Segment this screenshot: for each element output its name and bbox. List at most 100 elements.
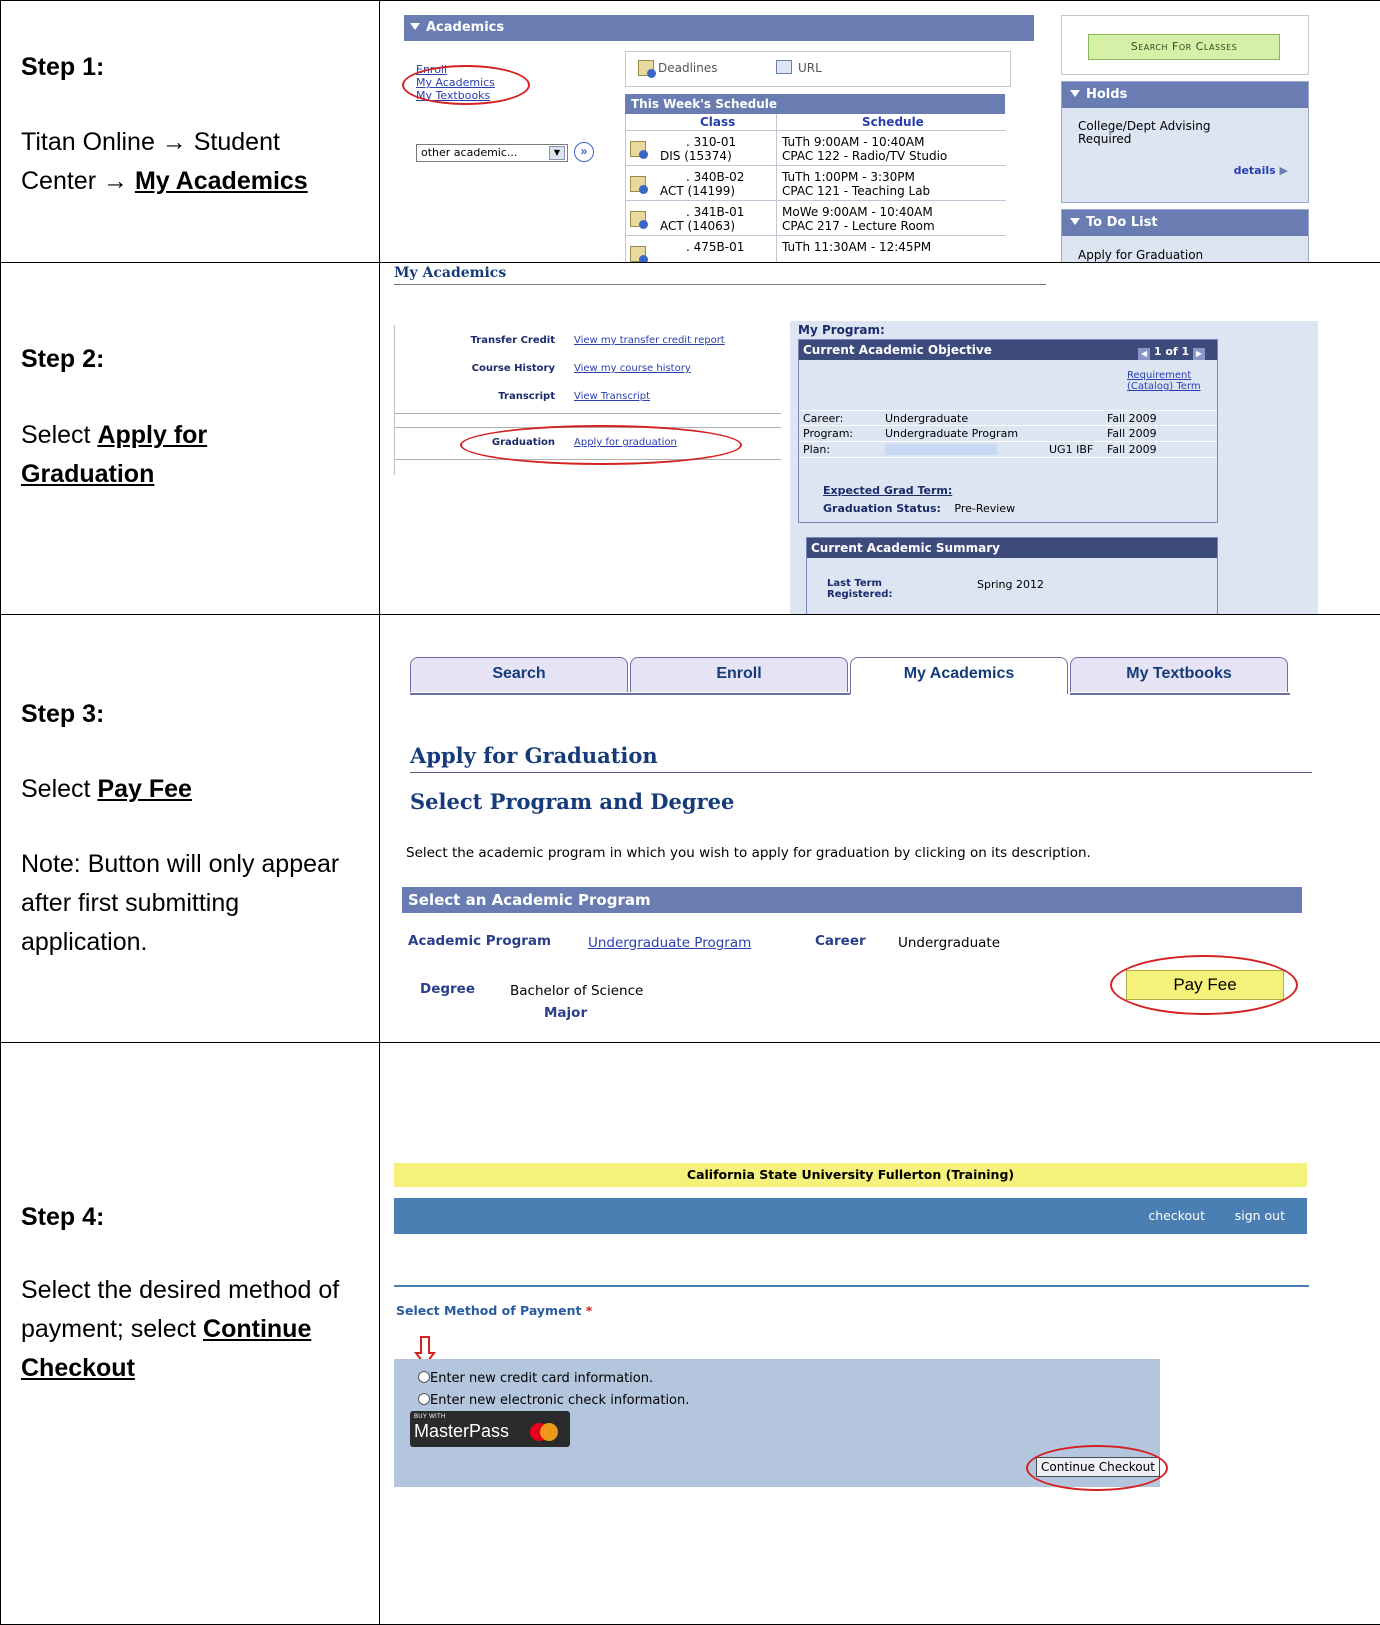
radio-credit-card[interactable]	[418, 1371, 430, 1383]
step-1-row: Step 1: Titan Online → Student Center → …	[0, 0, 1380, 262]
dropdown-value: other academic...	[421, 146, 518, 159]
deadlines-link[interactable]: Deadlines	[658, 61, 718, 75]
banner: California State University Fullerton (T…	[394, 1163, 1307, 1187]
todo-title: To Do List	[1086, 215, 1158, 230]
objective-box: Current Academic Objective ◀ 1 of 1 ▶ Re…	[798, 339, 1218, 523]
plan-value-redacted	[885, 444, 997, 455]
title-rule	[394, 284, 1046, 285]
required-marker: *	[585, 1303, 593, 1318]
tab-my-textbooks[interactable]: My Textbooks	[1070, 657, 1288, 692]
collapse-icon[interactable]	[1070, 218, 1080, 225]
instructions: Select the academic program in which you…	[406, 845, 1091, 861]
chevron-down-icon[interactable]: ▼	[549, 146, 565, 160]
step-3-number: Step 3:	[21, 700, 105, 728]
step-2-number: Step 2:	[21, 345, 105, 373]
schedule-table: Class Schedule . 310-01 DIS (15374) TuTh…	[625, 114, 1006, 262]
step-3-note: Note: Button will only appear after firs…	[21, 850, 340, 956]
summary-box: Current Academic Summary Last Term Regis…	[806, 537, 1218, 614]
schedule-row-3: . 341B-01 ACT (14063) MoWe 9:00AM - 10:4…	[626, 202, 1006, 236]
step-1-cell: Step 1: Titan Online → Student Center → …	[0, 1, 380, 262]
last-term-label: Last Term Registered:	[827, 578, 893, 600]
holds-text: College/Dept Advising Required	[1078, 119, 1211, 146]
career-term: Fall 2009	[1107, 412, 1157, 425]
undergraduate-program-link[interactable]: Undergraduate Program	[588, 935, 751, 951]
objective-title: Current Academic Objective	[803, 343, 992, 357]
prev-page-icon[interactable]: ◀	[1138, 348, 1150, 360]
option-echeck[interactable]: Enter new electronic check information.	[418, 1393, 689, 1408]
class-time: TuTh 11:30AM - 12:45PM	[782, 240, 932, 254]
class-time: TuTh 9:00AM - 10:40AM	[782, 135, 925, 149]
my-program-label: My Program:	[798, 323, 885, 337]
mc-circle-orange	[540, 1423, 558, 1441]
checkout-link[interactable]: checkout	[1148, 1208, 1205, 1223]
option-echeck-label: Enter new electronic check information.	[430, 1393, 690, 1408]
step-2-pre: Select	[21, 421, 98, 449]
method-label-text: Select Method of Payment	[396, 1303, 582, 1318]
highlight-ellipse	[1110, 955, 1298, 1015]
expected-grad-term-link[interactable]: Expected Grad Term:	[823, 484, 952, 497]
req-term-header: Requirement (Catalog) Term	[1127, 370, 1201, 392]
step-2-screenshot: My Academics Transfer Credit View my tra…	[380, 263, 1380, 614]
search-for-classes-button[interactable]: Search For Classes	[1088, 34, 1280, 60]
class-time: TuTh 1:00PM - 3:30PM	[782, 170, 915, 184]
calendar-icon	[630, 141, 648, 159]
arrow-right-icon: ▶	[1279, 164, 1288, 177]
class-code: . 341B-01	[686, 205, 745, 219]
plan-term: Fall 2009	[1107, 443, 1157, 456]
academic-program-label: Academic Program	[408, 933, 552, 949]
class-time: MoWe 9:00AM - 10:40AM	[782, 205, 933, 219]
url-link[interactable]: URL	[798, 61, 822, 75]
transfer-credit-link[interactable]: View my transfer credit report	[574, 335, 725, 346]
last-term-value: Spring 2012	[977, 578, 1044, 591]
course-history-link[interactable]: View my course history	[574, 363, 691, 374]
step-1-number: Step 1:	[21, 53, 105, 81]
academics-header: Academics	[404, 15, 1034, 41]
career-row: Career: Undergraduate Fall 2009	[799, 410, 1217, 426]
next-page-icon[interactable]: ▶	[1193, 348, 1205, 360]
calendar-icon	[630, 211, 648, 229]
mastercard-logo-icon	[530, 1423, 558, 1441]
highlight-ellipse	[1026, 1445, 1168, 1491]
tab-my-academics[interactable]: My Academics	[850, 657, 1068, 694]
pager: ◀ 1 of 1 ▶	[1138, 342, 1205, 362]
go-arrow-icon[interactable]: »	[574, 142, 594, 162]
tab-enroll[interactable]: Enroll	[630, 657, 848, 692]
degree-label: Degree	[420, 981, 475, 997]
option-credit-card[interactable]: Enter new credit card information.	[418, 1371, 653, 1386]
tab-bar: Search Enroll My Academics My Textbooks	[410, 657, 1290, 694]
course-history-label: Course History	[471, 363, 555, 374]
step-1-bold: My Academics	[134, 167, 308, 195]
class-section: ACT (14199)	[660, 184, 736, 198]
step-2-row: Step 2: Select Apply for Graduation My A…	[0, 262, 1380, 614]
step-3-screenshot: Search Enroll My Academics My Textbooks …	[380, 615, 1380, 1042]
masterpass-button[interactable]: BUY WITH MasterPass	[410, 1411, 570, 1447]
schedule-col-header: Class Schedule	[626, 114, 1006, 131]
step-1-screenshot: Academics Enroll My Academics My Textboo…	[380, 1, 1380, 262]
class-section: DIS (15374)	[660, 149, 732, 163]
links-rule	[395, 413, 781, 414]
highlight-ellipse	[402, 65, 530, 105]
url-icon	[776, 60, 792, 74]
tab-search[interactable]: Search	[410, 657, 628, 692]
program-bar: Select an Academic Program	[402, 887, 1302, 913]
objective-header: Current Academic Objective ◀ 1 of 1 ▶	[799, 340, 1217, 360]
radio-echeck[interactable]	[418, 1393, 430, 1405]
masterpass-text: MasterPass	[414, 1421, 510, 1441]
other-academic-dropdown[interactable]: other academic... ▼	[416, 144, 568, 162]
academics-title: Academics	[426, 20, 505, 35]
plan-label: Plan:	[803, 443, 831, 456]
step-4-cell: Step 4: Select the desired method of pay…	[0, 1043, 380, 1624]
career-label: Career	[815, 933, 866, 949]
todo-item[interactable]: Apply for Graduation	[1078, 248, 1203, 262]
step-4-row: Step 4: Select the desired method of pay…	[0, 1042, 1380, 1625]
transcript-link[interactable]: View Transcript	[574, 391, 650, 402]
details-link[interactable]: details ▶	[1234, 164, 1288, 177]
class-room: CPAC 217 - Lecture Room	[782, 219, 935, 233]
sign-out-link[interactable]: sign out	[1235, 1208, 1285, 1223]
collapse-icon[interactable]	[1070, 90, 1080, 97]
nav-bar: checkout sign out	[394, 1198, 1307, 1234]
collapse-icon[interactable]	[410, 23, 420, 30]
todo-header: To Do List	[1062, 210, 1308, 236]
subtitle: Select Program and Degree	[410, 789, 735, 814]
step-3-bold: Pay Fee	[97, 775, 192, 803]
